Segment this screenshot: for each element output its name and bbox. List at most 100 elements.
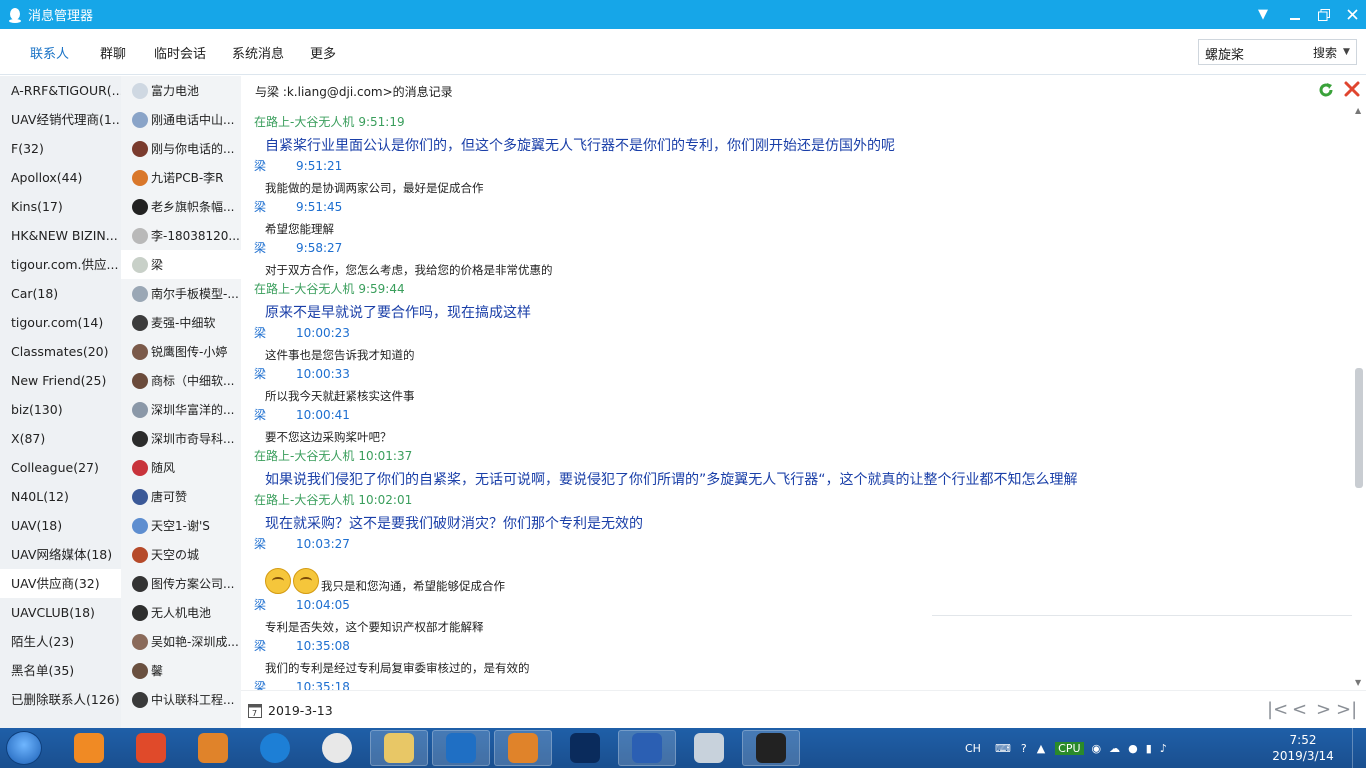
group-item[interactable]: 已删除联系人(126) [0, 685, 121, 714]
contact-item[interactable]: 随风 [121, 453, 241, 482]
contact-item[interactable]: 九诺PCB-李R [121, 163, 241, 192]
start-button[interactable] [6, 731, 42, 765]
group-item[interactable]: F(32) [0, 134, 121, 163]
explorer-taskbar-button[interactable] [370, 730, 428, 766]
contact-name: 锐鹰图传-小婷 [151, 345, 228, 359]
maximize-button[interactable] [1309, 0, 1339, 29]
group-item[interactable]: N40L(12) [0, 482, 121, 511]
contact-item[interactable]: 锐鹰图传-小婷 [121, 337, 241, 366]
scroll-down-icon[interactable]: ▼ [1355, 678, 1361, 687]
contact-item[interactable]: 深圳华富洋的... [121, 395, 241, 424]
monkey-taskbar-button[interactable] [122, 730, 180, 766]
tab-contacts[interactable]: 联系人 [30, 43, 69, 62]
group-item[interactable]: UAVCLUB(18) [0, 598, 121, 627]
volume-icon[interactable]: ♪ [1160, 742, 1167, 755]
group-item[interactable]: 陌生人(23) [0, 627, 121, 656]
keyboard-icon[interactable]: ⌨ [995, 742, 1011, 755]
group-item[interactable]: UAV经销代理商(1... [0, 105, 121, 134]
tray-expand-icon[interactable]: ▲ [1037, 742, 1045, 755]
tab-more[interactable]: 更多 [310, 43, 336, 62]
uc-browser-icon [74, 733, 104, 763]
contact-item[interactable]: 天空1-谢'S [121, 511, 241, 540]
tab-system-messages[interactable]: 系统消息 [232, 43, 284, 62]
outlook-taskbar-button[interactable] [432, 730, 490, 766]
contact-item[interactable]: 李-18038120... [121, 221, 241, 250]
scrollbar-thumb[interactable] [1355, 368, 1363, 488]
cloud-icon[interactable]: ☁ [1109, 742, 1120, 755]
group-item[interactable]: UAV网络媒体(18) [0, 540, 121, 569]
group-item[interactable]: Colleague(27) [0, 453, 121, 482]
show-desktop-button[interactable] [1352, 728, 1366, 768]
cpu-meter-icon[interactable]: CPU [1055, 741, 1084, 755]
dropdown-menu-icon[interactable]: ▼ [1248, 0, 1278, 29]
prev-page-icon[interactable]: < [1292, 699, 1307, 720]
network-icon[interactable]: ▮ [1146, 742, 1152, 755]
windows-taskbar: CH ⌨ ? ▲ CPU ◉ ☁ ● ▮ ♪ 7:52 2019/3/14 [0, 728, 1366, 768]
contact-item[interactable]: 唐可赞 [121, 482, 241, 511]
wechat-icon[interactable]: ◉ [1092, 742, 1102, 755]
message-text: 所以我今天就赶紧核实这件事 [265, 389, 415, 403]
group-item[interactable]: A-RRF&TIGOUR(... [0, 76, 121, 105]
tab-temp-chats[interactable]: 临时会话 [154, 43, 206, 62]
monkey3-taskbar-button[interactable] [494, 730, 552, 766]
minimize-button[interactable] [1280, 0, 1310, 29]
group-item[interactable]: 黑名单(35) [0, 656, 121, 685]
contact-item[interactable]: 图传方案公司... [121, 569, 241, 598]
uc-browser-taskbar-button[interactable] [60, 730, 118, 766]
group-item[interactable]: Kins(17) [0, 192, 121, 221]
contact-item[interactable]: 天空の城 [121, 540, 241, 569]
help-icon[interactable]: ? [1021, 742, 1027, 755]
contact-item[interactable]: 商标（中细软... [121, 366, 241, 395]
tab-groups[interactable]: 群聊 [100, 43, 126, 62]
word-taskbar-button[interactable] [618, 730, 676, 766]
group-item[interactable]: X(87) [0, 424, 121, 453]
contact-name: 天空の城 [151, 548, 200, 562]
scroll-up-icon[interactable]: ▲ [1355, 106, 1361, 115]
next-page-icon[interactable]: > [1316, 699, 1331, 720]
contact-name: 图传方案公司... [151, 577, 235, 591]
vertical-scrollbar[interactable]: ▲ ▼ [1353, 106, 1366, 690]
contact-item[interactable]: 吴如艳-深圳成... [121, 627, 241, 656]
contact-item[interactable]: 刚与你电话的... [121, 134, 241, 163]
last-page-icon[interactable]: >| [1336, 699, 1357, 720]
group-item[interactable]: HK&NEW BIZIN... [0, 221, 121, 250]
avatar [132, 372, 148, 389]
input-language[interactable]: CH [965, 742, 981, 755]
sogou-taskbar-button[interactable] [246, 730, 304, 766]
refresh-icon[interactable] [1317, 81, 1335, 99]
search-input[interactable]: 螺旋桨 [1198, 39, 1308, 65]
paint-taskbar-button[interactable] [680, 730, 738, 766]
contact-item[interactable]: 富力电池 [121, 76, 241, 105]
photoshop-taskbar-button[interactable] [556, 730, 614, 766]
contact-item[interactable]: 南尔手板模型-... [121, 279, 241, 308]
group-item[interactable]: biz(130) [0, 395, 121, 424]
delete-record-icon[interactable] [1343, 80, 1361, 98]
group-item[interactable]: Car(18) [0, 279, 121, 308]
first-page-icon[interactable]: |< [1267, 699, 1288, 720]
group-item[interactable]: Classmates(20) [0, 337, 121, 366]
contact-item[interactable]: 深圳市奇导科... [121, 424, 241, 453]
message-header: 梁 10:00:33 [254, 366, 1344, 386]
search-button[interactable]: 搜索 ▼ [1307, 39, 1357, 65]
qq-taskbar-button[interactable] [742, 730, 800, 766]
monkey2-taskbar-button[interactable] [184, 730, 242, 766]
calendar-icon[interactable]: 7 [248, 703, 262, 718]
group-item[interactable]: UAV供应商(32) [0, 569, 121, 598]
contact-item[interactable]: 麦强-中细软 [121, 308, 241, 337]
group-item[interactable]: UAV(18) [0, 511, 121, 540]
contact-item[interactable]: 馨 [121, 656, 241, 685]
group-item[interactable]: Apollox(44) [0, 163, 121, 192]
group-item[interactable]: tigour.com.供应... [0, 250, 121, 279]
contact-item[interactable]: 无人机电池 [121, 598, 241, 627]
contact-item[interactable]: 中认联科工程... [121, 685, 241, 714]
contact-item[interactable]: 梁 [121, 250, 241, 279]
clock[interactable]: 7:52 2019/3/14 [1270, 732, 1336, 764]
message-text: 希望您能理解 [265, 222, 334, 236]
close-window-button[interactable] [1337, 0, 1366, 29]
chrome-taskbar-button[interactable] [308, 730, 366, 766]
group-item[interactable]: tigour.com(14) [0, 308, 121, 337]
qq-tray-icon[interactable]: ● [1128, 742, 1138, 755]
contact-item[interactable]: 刚通电话中山... [121, 105, 241, 134]
group-item[interactable]: New Friend(25) [0, 366, 121, 395]
contact-item[interactable]: 老乡旗帜条幅... [121, 192, 241, 221]
